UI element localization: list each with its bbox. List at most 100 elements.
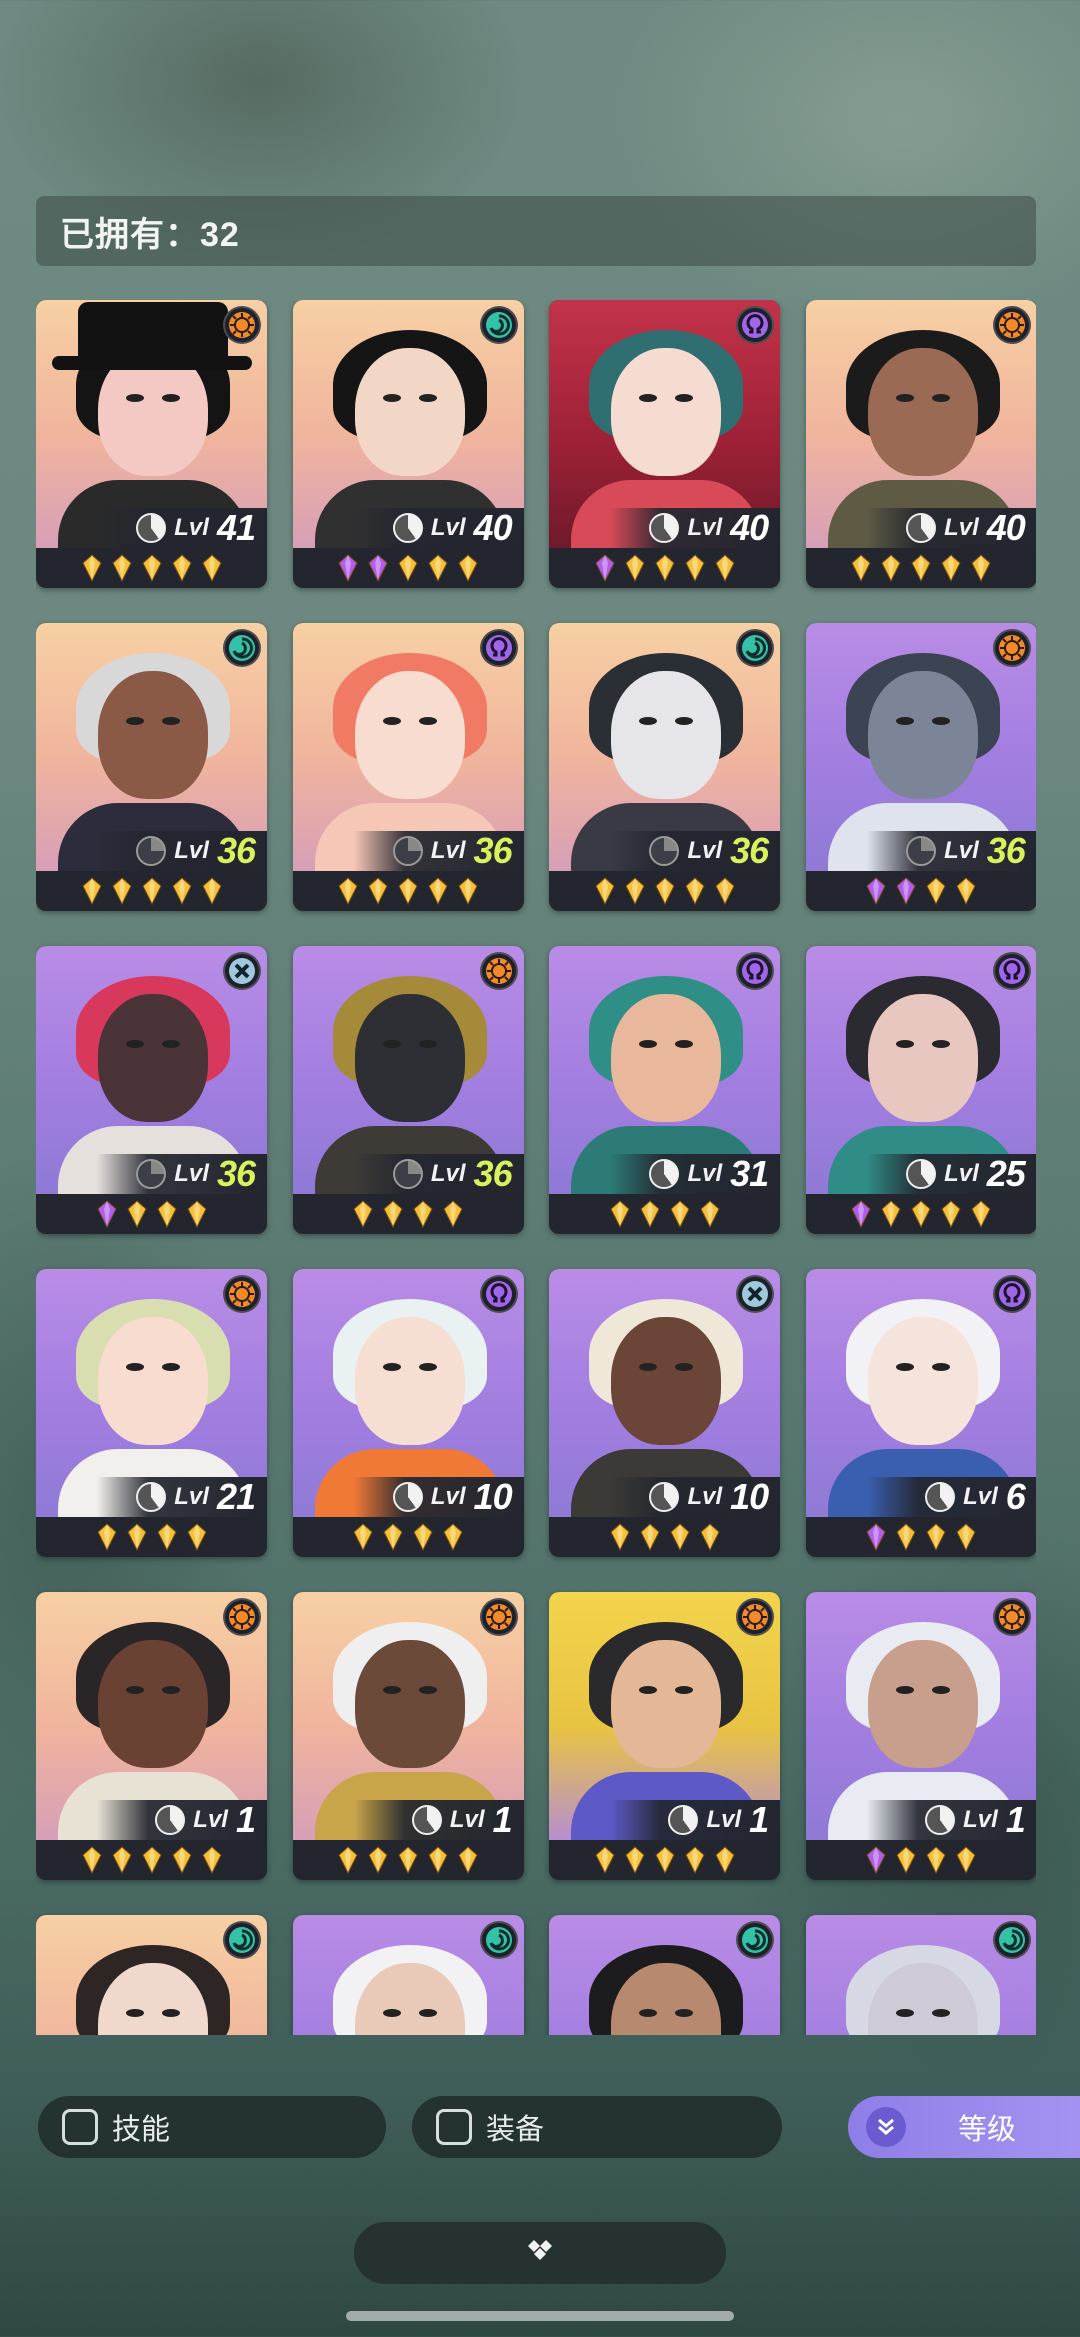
owned-count-label: 已拥有：32 [60, 215, 240, 254]
hero-card[interactable]: Lvl 1 [292, 1592, 524, 1880]
gold-gem-icon [654, 554, 676, 582]
gold-gem-icon [427, 877, 449, 905]
gold-gem-icon [427, 1846, 449, 1874]
star-gems [293, 1194, 524, 1234]
gold-gem-icon [141, 877, 163, 905]
hero-level: Lvl 40 [610, 507, 781, 548]
gold-gem-icon [684, 1846, 706, 1874]
gold-gem-icon [624, 554, 646, 582]
level-progress-icon [136, 836, 167, 866]
level-progress-icon [649, 836, 680, 866]
star-gems [806, 871, 1036, 911]
hero-card[interactable]: Lvl 1 [549, 1592, 781, 1880]
level-number: 40 [730, 507, 769, 548]
hero-card[interactable] [805, 1915, 1036, 2035]
gold-gem-icon [337, 877, 359, 905]
hero-card[interactable]: Lvl 40 [549, 300, 781, 588]
skill-filter-toggle[interactable]: 技能 [38, 2096, 386, 2158]
hero-card[interactable]: Lvl 40 [805, 300, 1036, 588]
gold-gem-icon [910, 1200, 932, 1228]
sun-icon [223, 1275, 261, 1313]
hero-grid[interactable]: Lvl 41 Lvl 40 Lvl 40 Lvl 40 Lvl 36 Lvl 36 Lvl 36 Lvl 36… [36, 300, 1036, 2035]
level-label: Lvl [944, 514, 979, 541]
gold-gem-icon [925, 877, 947, 905]
level-label: Lvl [687, 1483, 723, 1510]
hero-card[interactable]: Lvl 1 [805, 1592, 1036, 1880]
level-progress-icon [649, 513, 680, 543]
hero-card[interactable]: Lvl 31 [549, 946, 781, 1234]
hero-card[interactable]: Lvl 25 [805, 946, 1036, 1234]
level-progress-icon [392, 1482, 423, 1512]
hero-level: Lvl 25 [866, 1153, 1036, 1194]
gold-gem-icon [594, 1846, 616, 1874]
hero-card[interactable]: Lvl 36 [292, 623, 524, 911]
gold-gem-icon [201, 877, 223, 905]
hero-card[interactable]: Lvl 40 [292, 300, 524, 588]
level-number: 36 [473, 830, 513, 871]
hero-card[interactable]: Lvl 10 [292, 1269, 524, 1557]
hero-level: Lvl 31 [610, 1153, 781, 1194]
gold-gem-icon [126, 1200, 148, 1228]
gold-gem-icon [714, 877, 736, 905]
equip-filter-toggle[interactable]: 装备 [412, 2096, 782, 2158]
gold-gem-icon [186, 1523, 208, 1551]
star-gems [549, 1517, 780, 1557]
hero-card[interactable]: Lvl 36 [36, 946, 267, 1234]
gold-gem-icon [201, 554, 223, 582]
hero-card[interactable]: Lvl 36 [36, 623, 267, 911]
gold-gem-icon [427, 554, 449, 582]
star-gems [36, 871, 267, 911]
hero-card[interactable] [36, 1915, 267, 2035]
gold-gem-icon [96, 1523, 118, 1551]
hero-card[interactable] [292, 1915, 524, 2035]
hero-card[interactable]: Lvl 1 [36, 1592, 267, 1880]
omega-icon [992, 1275, 1031, 1313]
hero-card[interactable] [549, 1915, 781, 2035]
gold-gem-icon [81, 554, 103, 582]
purple-gem-icon [865, 877, 887, 905]
wave-icon [479, 306, 518, 344]
sun-icon [992, 629, 1031, 667]
hero-level: Lvl 36 [97, 830, 267, 871]
sort-level-button[interactable]: 等级 [848, 2096, 1080, 2158]
level-number: 1 [1005, 1799, 1026, 1840]
gold-gem-icon [880, 554, 902, 582]
level-label: Lvl [430, 1483, 466, 1510]
hero-card[interactable]: Lvl 10 [549, 1269, 781, 1557]
cross-icon [223, 952, 261, 990]
gold-gem-icon [442, 1200, 464, 1228]
hero-card[interactable]: Lvl 36 [549, 623, 781, 911]
gold-gem-icon [654, 1846, 676, 1874]
hero-level: Lvl 21 [97, 1476, 267, 1517]
gold-gem-icon [397, 1846, 419, 1874]
gold-gem-icon [412, 1523, 434, 1551]
omega-icon [736, 952, 775, 990]
gold-gem-icon [141, 554, 163, 582]
purple-gem-icon [594, 554, 616, 582]
hero-card[interactable]: Lvl 6 [805, 1269, 1036, 1557]
level-label: Lvl [963, 1806, 998, 1833]
gold-gem-icon [895, 1523, 917, 1551]
collapse-button[interactable] [354, 2222, 726, 2284]
gold-gem-icon [141, 1846, 163, 1874]
star-gems [36, 548, 267, 588]
hero-card[interactable]: Lvl 41 [36, 300, 267, 588]
star-gems [806, 1840, 1036, 1880]
gold-gem-icon [684, 877, 706, 905]
hero-card[interactable]: Lvl 21 [36, 1269, 267, 1557]
sun-icon [736, 1598, 775, 1636]
hero-level: Lvl 41 [97, 507, 267, 548]
level-label: Lvl [687, 514, 723, 541]
hero-card[interactable]: Lvl 36 [805, 623, 1036, 911]
gold-gem-icon [111, 1846, 133, 1874]
hero-card[interactable]: Lvl 36 [292, 946, 524, 1234]
omega-icon [736, 306, 775, 344]
equip-checkbox[interactable] [436, 2109, 472, 2145]
omega-icon [479, 629, 518, 667]
level-progress-icon [906, 513, 937, 543]
star-gems [36, 1194, 267, 1234]
skill-checkbox[interactable] [62, 2109, 98, 2145]
gold-gem-icon [397, 554, 419, 582]
level-number: 21 [216, 1476, 256, 1517]
diamond-cluster-icon [520, 2236, 560, 2271]
